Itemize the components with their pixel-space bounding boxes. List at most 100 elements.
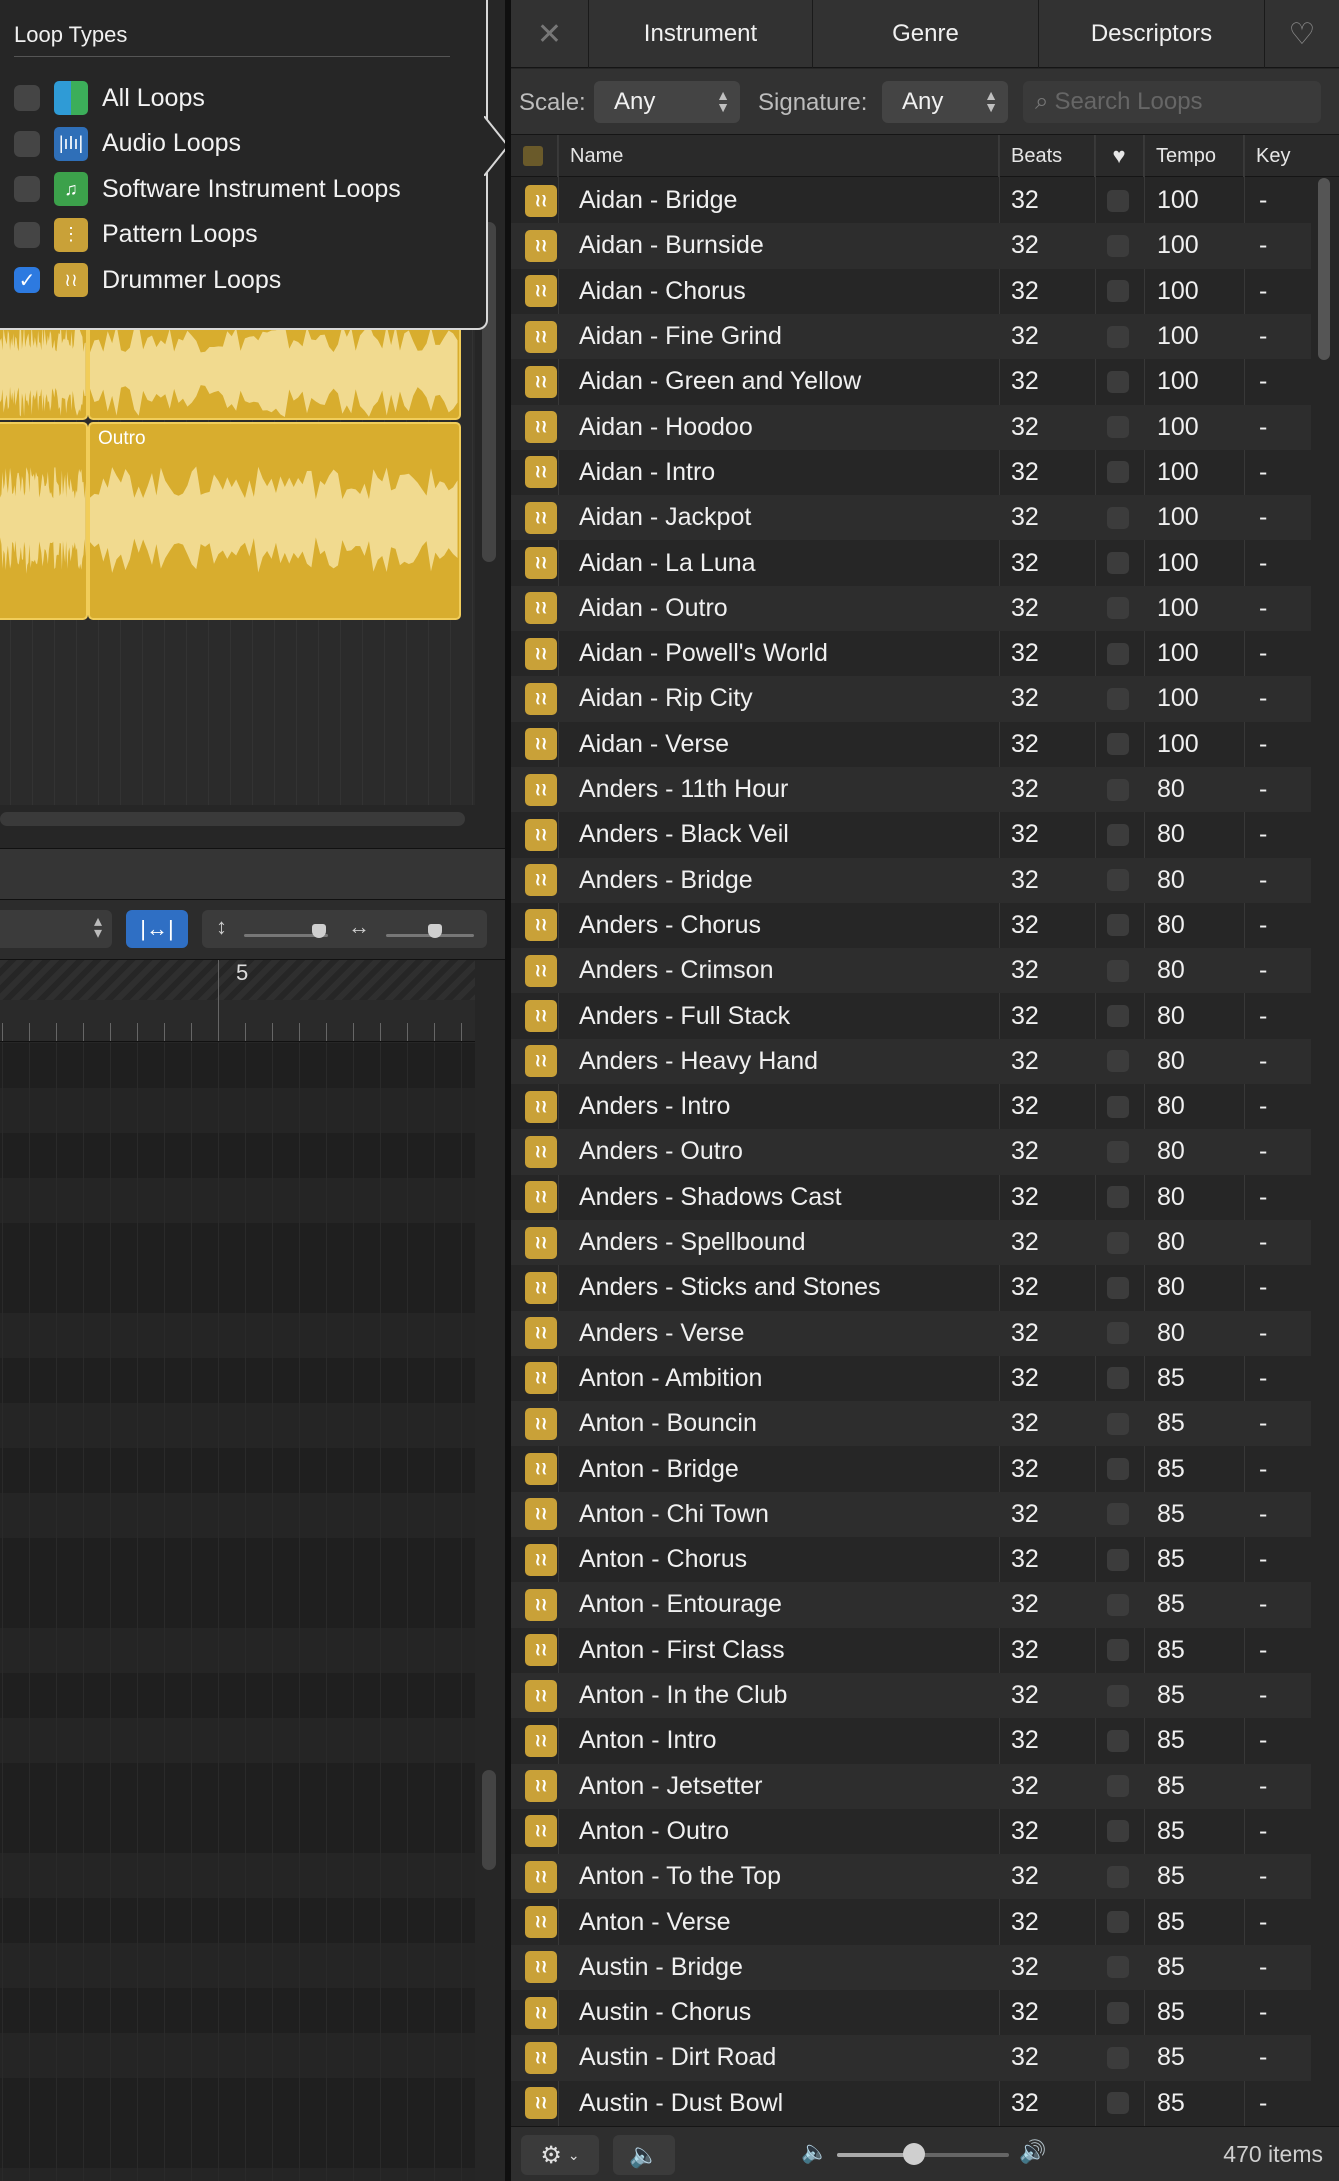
favorite-checkbox[interactable]	[1107, 778, 1129, 801]
loop-row[interactable]: ≀≀ Aidan - Fine Grind 32 100 -	[511, 313, 1311, 360]
loop-row[interactable]: ≀≀ Anders - Full Stack 32 80 -	[511, 993, 1311, 1038]
favorite-checkbox[interactable]	[1107, 1911, 1129, 1934]
loop-row[interactable]: ≀≀ Anders - Spellbound 32 80 -	[511, 1219, 1311, 1266]
loop-row[interactable]: ≀≀ Austin - Bridge 32 85 -	[511, 1944, 1311, 1990]
favorite-checkbox[interactable]	[1107, 2046, 1129, 2069]
favorite-checkbox[interactable]	[1107, 1548, 1129, 1571]
loop-type-checkbox[interactable]: ✓	[14, 267, 40, 293]
tab-descriptors[interactable]: Descriptors	[1039, 0, 1265, 68]
favorite-checkbox[interactable]	[1107, 2001, 1129, 2024]
favorite-checkbox[interactable]	[1107, 1458, 1129, 1481]
favorite-checkbox[interactable]	[1107, 416, 1129, 439]
tab-genre[interactable]: Genre	[813, 0, 1039, 68]
loop-row[interactable]: ≀≀ Anders - Verse 32 80 -	[511, 1310, 1311, 1356]
favorite-checkbox[interactable]	[1107, 552, 1129, 575]
loop-row[interactable]: ≀≀ Aidan - Jackpot 32 100 -	[511, 495, 1311, 541]
column-favorite[interactable]: ♥	[1095, 135, 1144, 177]
loop-type-item[interactable]: All Loops	[14, 78, 454, 118]
loop-row[interactable]: ≀≀ Aidan - Intro 32 100 -	[511, 450, 1311, 495]
horizontal-zoom-knob[interactable]	[428, 924, 442, 938]
favorite-checkbox[interactable]	[1107, 1639, 1129, 1662]
loop-list-scrollbar[interactable]	[1316, 178, 1330, 2126]
favorite-checkbox[interactable]	[1107, 1865, 1129, 1888]
favorite-checkbox[interactable]	[1107, 325, 1129, 348]
favorite-checkbox[interactable]	[1107, 1322, 1129, 1345]
volume-knob[interactable]	[903, 2143, 926, 2165]
editor-vertical-scrollbar[interactable]	[482, 1770, 496, 1870]
loop-row[interactable]: ≀≀ Aidan - Verse 32 100 -	[511, 722, 1311, 767]
favorite-checkbox[interactable]	[1107, 1775, 1129, 1798]
column-tempo[interactable]: Tempo	[1144, 135, 1244, 177]
loop-row[interactable]: ≀≀ Aidan - Rip City 32 100 -	[511, 676, 1311, 722]
loop-type-checkbox[interactable]	[14, 85, 40, 111]
favorite-checkbox[interactable]	[1107, 914, 1129, 937]
loop-row[interactable]: ≀≀ Anton - To the Top 32 85 -	[511, 1854, 1311, 1900]
favorite-checkbox[interactable]	[1107, 1820, 1129, 1843]
loop-type-item[interactable]: ✓ ≀≀ Drummer Loops	[14, 260, 454, 300]
favorite-checkbox[interactable]	[1107, 1412, 1129, 1435]
favorite-checkbox[interactable]	[1107, 234, 1129, 257]
favorite-checkbox[interactable]	[1107, 1956, 1129, 1979]
favorite-checkbox[interactable]	[1107, 1276, 1129, 1299]
loop-row[interactable]: ≀≀ Anton - Ambition 32 85 -	[511, 1356, 1311, 1401]
favorite-checkbox[interactable]	[1107, 823, 1129, 846]
vertical-zoom-knob[interactable]	[312, 924, 326, 938]
loop-type-item[interactable]: ⋮⋮⋮ Pattern Loops	[14, 215, 454, 255]
column-key[interactable]: Key	[1244, 135, 1339, 177]
favorite-checkbox[interactable]	[1107, 1231, 1129, 1254]
loop-row[interactable]: ≀≀ Aidan - Outro 32 100 -	[511, 585, 1311, 631]
favorite-checkbox[interactable]	[1107, 597, 1129, 620]
column-beats[interactable]: Beats	[999, 135, 1095, 177]
loop-row[interactable]: ≀≀ Anders - Crimson 32 80 -	[511, 948, 1311, 994]
loop-row[interactable]: ≀≀ Anders - Bridge 32 80 -	[511, 857, 1311, 903]
loop-row[interactable]: ≀≀ Anton - In the Club 32 85 -	[511, 1672, 1311, 1719]
search-input[interactable]	[1054, 84, 1285, 120]
loop-type-checkbox[interactable]	[14, 221, 40, 248]
favorite-checkbox[interactable]	[1107, 869, 1129, 892]
loop-row[interactable]: ≀≀ Anton - Chorus 32 85 -	[511, 1537, 1311, 1582]
loop-row[interactable]: ≀≀ Anders - Chorus 32 80 -	[511, 903, 1311, 948]
loop-row[interactable]: ≀≀ Anton - Outro 32 85 -	[511, 1809, 1311, 1854]
loop-row[interactable]: ≀≀ Austin - Dust Bowl 32 85 -	[511, 2081, 1311, 2126]
loop-row[interactable]: ≀≀ Anton - Bouncin 32 85 -	[511, 1401, 1311, 1447]
loop-row[interactable]: ≀≀ Anders - Sticks and Stones 32 80 -	[511, 1265, 1311, 1310]
favorite-checkbox[interactable]	[1107, 1593, 1129, 1616]
column-name[interactable]: Name	[558, 135, 999, 177]
loop-row[interactable]: ≀≀ Aidan - Bridge 32 100 -	[511, 178, 1311, 223]
loop-row[interactable]: ≀≀ Anton - Intro 32 85 -	[511, 1718, 1311, 1763]
loop-row[interactable]: ≀≀ Aidan - Chorus 32 100 -	[511, 269, 1311, 314]
favorite-checkbox[interactable]	[1107, 642, 1129, 665]
favorite-checkbox[interactable]	[1107, 1140, 1129, 1163]
loop-row[interactable]: ≀≀ Anton - Verse 32 85 -	[511, 1899, 1311, 1944]
catch-playhead-button[interactable]: |↔|	[126, 910, 188, 948]
favorite-checkbox[interactable]	[1107, 1050, 1129, 1073]
loop-row[interactable]: ≀≀ Anders - Heavy Hand 32 80 -	[511, 1038, 1311, 1084]
loop-row[interactable]: ≀≀ Anders - Outro 32 80 -	[511, 1129, 1311, 1175]
favorite-checkbox[interactable]	[1107, 687, 1129, 710]
tracks-horizontal-scrollbar[interactable]	[0, 812, 465, 826]
piano-roll-grid[interactable]	[0, 1043, 475, 2181]
favorites-button[interactable]: ♡	[1265, 0, 1339, 68]
loop-row[interactable]: ≀≀ Austin - Chorus 32 85 -	[511, 1990, 1311, 2035]
loop-list[interactable]: ≀≀ Aidan - Bridge 32 100 - ≀≀ Aidan - Burnside…	[511, 178, 1311, 2126]
favorite-checkbox[interactable]	[1107, 1367, 1129, 1390]
favorite-checkbox[interactable]	[1107, 959, 1129, 982]
favorite-checkbox[interactable]	[1107, 1095, 1129, 1118]
loop-type-item[interactable]: |ıIı| Audio Loops	[14, 124, 454, 164]
loop-row[interactable]: ≀≀ Anton - Jetsetter 32 85 -	[511, 1763, 1311, 1809]
scale-select[interactable]: Any ▲ ▼	[594, 81, 740, 123]
favorite-checkbox[interactable]	[1107, 733, 1129, 756]
loop-row[interactable]: ≀≀ Anders - 11th Hour 32 80 -	[511, 766, 1311, 813]
loop-type-checkbox[interactable]	[14, 176, 40, 202]
favorite-checkbox[interactable]	[1107, 2092, 1129, 2115]
column-icon-header[interactable]	[511, 135, 558, 177]
audio-region-lower-left[interactable]	[0, 422, 88, 620]
favorite-checkbox[interactable]	[1107, 1684, 1129, 1707]
loop-type-checkbox[interactable]	[14, 130, 40, 157]
loop-row[interactable]: ≀≀ Austin - Dirt Road 32 85 -	[511, 2035, 1311, 2081]
loop-row[interactable]: ≀≀ Anders - Shadows Cast 32 80 -	[511, 1175, 1311, 1220]
favorite-checkbox[interactable]	[1107, 506, 1129, 529]
scrollbar-thumb[interactable]	[1318, 178, 1330, 360]
loop-row[interactable]: ≀≀ Anders - Black Veil 32 80 -	[511, 812, 1311, 857]
signature-select[interactable]: Any ▲ ▼	[882, 81, 1008, 123]
